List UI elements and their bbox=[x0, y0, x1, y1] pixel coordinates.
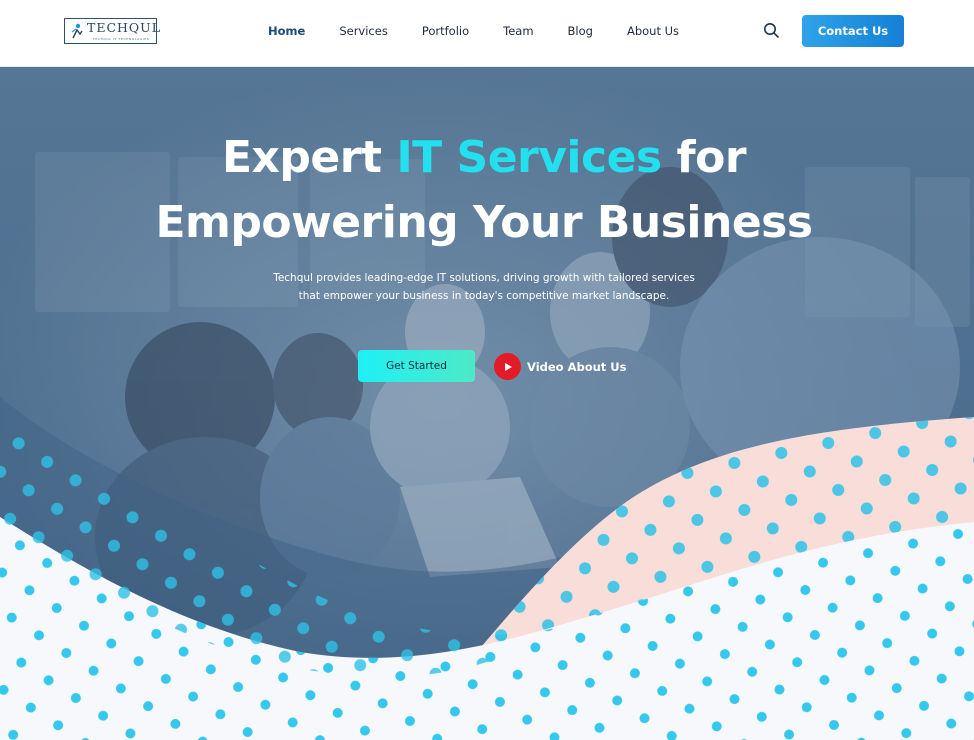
nav-home[interactable]: Home bbox=[268, 22, 305, 40]
nav-team[interactable]: Team bbox=[503, 22, 533, 40]
hero-title-accent: IT Services bbox=[396, 132, 662, 183]
search-icon[interactable] bbox=[763, 22, 780, 39]
logo-tagline: TECHQUL IT TECHNOLOGIES bbox=[93, 37, 150, 41]
logo-mark-icon bbox=[71, 23, 83, 39]
get-started-button[interactable]: Get Started bbox=[358, 350, 475, 382]
hero-section: Expert IT Services for Empowering Your B… bbox=[0, 67, 974, 740]
hero-title-line2: Empowering Your Business bbox=[155, 197, 813, 248]
nav-services[interactable]: Services bbox=[339, 22, 388, 40]
hero-title-part1: Expert bbox=[221, 132, 397, 183]
nav-portfolio[interactable]: Portfolio bbox=[422, 22, 469, 40]
video-about-us-label: Video About Us bbox=[527, 359, 627, 374]
hero-title: Expert IT Services for Empowering Your B… bbox=[0, 125, 968, 255]
nav-about-us[interactable]: About Us bbox=[627, 22, 679, 40]
main-nav: Home Services Portfolio Team Blog About … bbox=[268, 22, 713, 40]
hero-description: Techqul provides leading-edge IT solutio… bbox=[273, 272, 695, 302]
video-about-us-link[interactable]: Video About Us bbox=[494, 353, 626, 380]
nav-blog[interactable]: Blog bbox=[568, 22, 593, 40]
play-icon[interactable] bbox=[494, 353, 521, 380]
contact-us-button[interactable]: Contact Us bbox=[802, 15, 904, 47]
hero-title-part2: for bbox=[661, 132, 747, 183]
logo[interactable]: TECHQUL TECHQUL IT TECHNOLOGIES bbox=[64, 18, 160, 44]
logo-name: TECHQUL bbox=[87, 20, 162, 35]
site-header: TECHQUL TECHQUL IT TECHNOLOGIES Home Ser… bbox=[0, 0, 974, 67]
